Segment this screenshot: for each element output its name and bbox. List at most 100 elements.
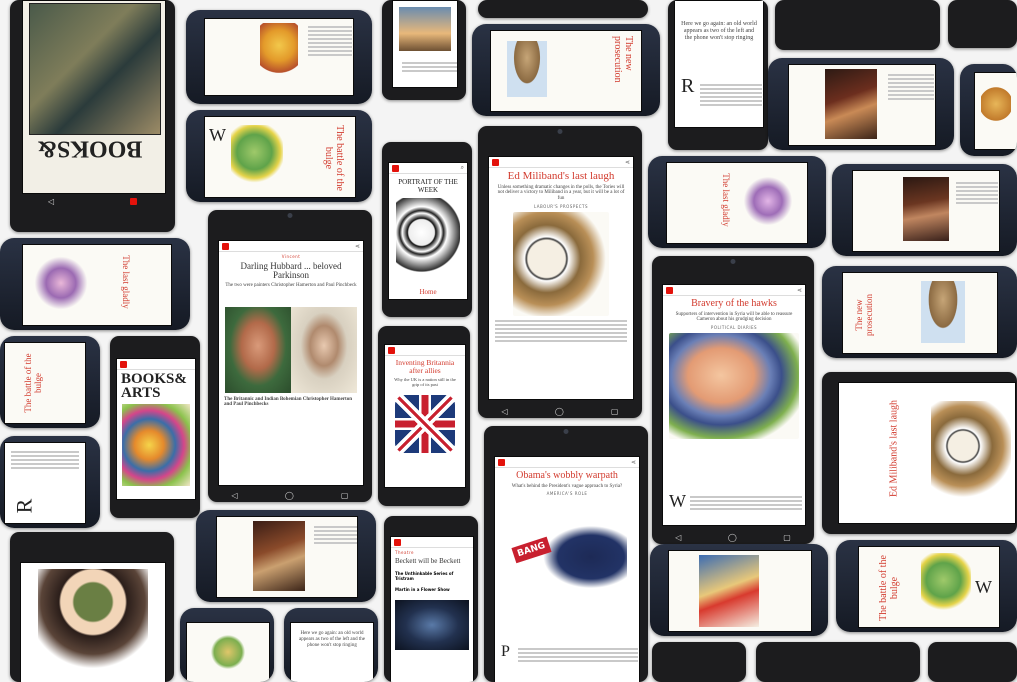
byline: LABOUR'S PROSPECTS xyxy=(533,203,589,209)
tablet-darling-hubbard: ⋖ Vincent Darling Hubbard ... beloved Pa… xyxy=(208,210,372,502)
standfirst: What's behind the President's vague appr… xyxy=(511,483,623,489)
portrait-title: PORTRAIT OF THE WEEK xyxy=(398,178,458,194)
recent-apps-icon[interactable]: ▢ xyxy=(783,533,791,542)
theatre-item-1[interactable]: The Unthinkable Series of Tristram xyxy=(395,571,469,581)
headline: Bravery of the hawks xyxy=(691,298,777,309)
economist-logo-icon[interactable] xyxy=(394,538,401,546)
phone-group-photo-landscape xyxy=(832,164,1017,256)
books-arts-title: BOOKS& xyxy=(37,136,142,162)
screen: The last gladly xyxy=(22,244,172,326)
share-icon[interactable]: ⋖ xyxy=(631,459,636,466)
drop-cap-r: R xyxy=(11,498,37,514)
nav-bar: ◁ ◯ ▢ xyxy=(652,530,814,544)
app-topbar xyxy=(117,359,195,370)
screen: Theatre Beckett will be Beckett The Unth… xyxy=(390,536,474,682)
kicker: Vincent xyxy=(281,254,301,259)
screen xyxy=(852,170,1000,252)
pull-quote: Here we go again: an old world appears a… xyxy=(681,21,757,41)
phone-bottom-right-3 xyxy=(928,642,1017,682)
phone-new-prosecution-landscape: The new prosecution xyxy=(472,24,660,116)
phone-landscape-1 xyxy=(186,10,372,104)
drop-cap-w: W xyxy=(209,125,226,145)
phone-bottom-right-2 xyxy=(756,642,920,682)
standfirst: The two were painters Christopher Hamert… xyxy=(225,282,357,288)
app-topbar xyxy=(385,345,465,356)
phone-bottom-right-1 xyxy=(652,642,746,682)
screen xyxy=(974,72,1017,150)
economist-logo-icon[interactable] xyxy=(666,286,673,294)
home-icon[interactable]: ◯ xyxy=(555,407,564,416)
theatre-kicker: Theatre xyxy=(395,550,414,555)
screen: The last gladly xyxy=(666,162,808,244)
screen: ⋖ Obama's wobbly warpath What's behind t… xyxy=(494,456,640,682)
tablet-bravery-of-hawks: ⋖ Bravery of the hawks Supporters of int… xyxy=(652,256,814,544)
economist-logo-icon[interactable] xyxy=(388,346,395,354)
screen: BOOKS& xyxy=(22,0,166,194)
home-icon[interactable]: ◯ xyxy=(285,491,294,500)
photo-two-men xyxy=(225,306,357,393)
illustration-people xyxy=(253,521,305,591)
tablet-ed-miliband: ⋖ Ed Miliband's last laugh Unless someth… xyxy=(478,126,642,418)
phone-top-right-1 xyxy=(775,0,940,50)
phone-inventing-britannia: Inventing Britannia after allies Why the… xyxy=(378,326,470,506)
economist-logo-icon[interactable] xyxy=(392,164,399,172)
headline: Ed Miliband's last laugh xyxy=(507,170,615,182)
back-arrow-icon[interactable]: ◁ xyxy=(232,491,238,500)
screen xyxy=(392,0,458,88)
illustration-swirl xyxy=(741,171,795,231)
economist-logo-icon[interactable] xyxy=(498,458,505,466)
right-new-prosecution-headline: The new prosecution xyxy=(854,294,874,336)
screen: Ed Miliband's last laugh xyxy=(838,382,1016,524)
screen: The new prosecution xyxy=(490,30,642,112)
search-icon[interactable]: ⌕ xyxy=(461,164,464,172)
recent-apps-icon[interactable]: ▢ xyxy=(341,491,349,500)
amp-2: & xyxy=(174,371,187,387)
app-topbar: ⋖ xyxy=(489,157,633,168)
screen: The new prosecution xyxy=(842,272,998,354)
economist-logo-icon[interactable] xyxy=(120,360,127,368)
illustration-union-jack-teapot xyxy=(395,395,455,454)
photo-performers xyxy=(395,600,469,651)
screen: The battle of the bulge xyxy=(4,342,86,424)
phone-portrait-of-the-week: ⌕ PORTRAIT OF THE WEEK Home xyxy=(382,142,472,317)
illustration-figure xyxy=(981,81,1011,127)
home-link[interactable]: Home xyxy=(389,288,467,296)
theatre-item-2[interactable]: Martin in a Flower Show xyxy=(395,587,469,592)
back-arrow-icon[interactable]: ◁ xyxy=(675,533,681,542)
bang-sign: BANG xyxy=(511,536,552,564)
illustration-portrait-sketch xyxy=(396,198,460,284)
drop-cap-w2: W xyxy=(669,491,686,511)
screen: Inventing Britannia after allies Why the… xyxy=(384,344,466,488)
phone-top-small xyxy=(478,0,648,18)
back-arrow-icon[interactable]: ◁ xyxy=(502,407,508,416)
phone-bottom-quote: Here we go again: an old world appears a… xyxy=(284,608,378,682)
recent-apps-icon[interactable]: ▢ xyxy=(611,407,619,416)
drop-cap-p: P xyxy=(501,643,510,660)
screen: The battle of the bulge W xyxy=(204,116,356,198)
illustration-cartoon-green xyxy=(231,125,283,185)
battle-bulge-headline: The battle of the bulge xyxy=(323,125,345,191)
phone-left-text: R xyxy=(0,436,100,528)
illustration-group xyxy=(903,177,949,241)
illustration-small-swirl xyxy=(208,633,248,671)
phone-collage: BOOKS& ◁ The new prosecution Here we go … xyxy=(0,0,1017,682)
illustration-dinner xyxy=(825,69,877,139)
illustration-mushroom xyxy=(507,41,547,97)
phone-new-prosecution-right: The new prosecution xyxy=(822,266,1017,358)
share-icon[interactable]: ⋖ xyxy=(355,243,360,250)
byline: POLITICAL DIARIES xyxy=(710,325,758,330)
nav-bar: ◁ xyxy=(10,194,175,208)
app-topbar: ⋖ xyxy=(219,241,363,252)
bottom-battle-bulge-headline: The battle of the bulge xyxy=(878,555,900,621)
home-icon[interactable]: ◯ xyxy=(728,533,737,542)
standfirst: Supporters of intervention in Syria will… xyxy=(675,311,793,323)
economist-logo-icon[interactable] xyxy=(222,242,229,250)
illustration-wallace-gromit-2 xyxy=(931,401,1011,501)
economist-logo-icon[interactable] xyxy=(492,158,499,166)
share-icon[interactable]: ⋖ xyxy=(797,287,802,294)
tablet-obama-warpath: ⋖ Obama's wobbly warpath What's behind t… xyxy=(484,426,648,682)
back-arrow-icon[interactable]: ◁ xyxy=(48,197,54,206)
economist-logo-icon[interactable] xyxy=(130,197,138,205)
screen: Here we go again: an old world appears a… xyxy=(674,0,764,128)
share-icon[interactable]: ⋖ xyxy=(625,159,630,166)
